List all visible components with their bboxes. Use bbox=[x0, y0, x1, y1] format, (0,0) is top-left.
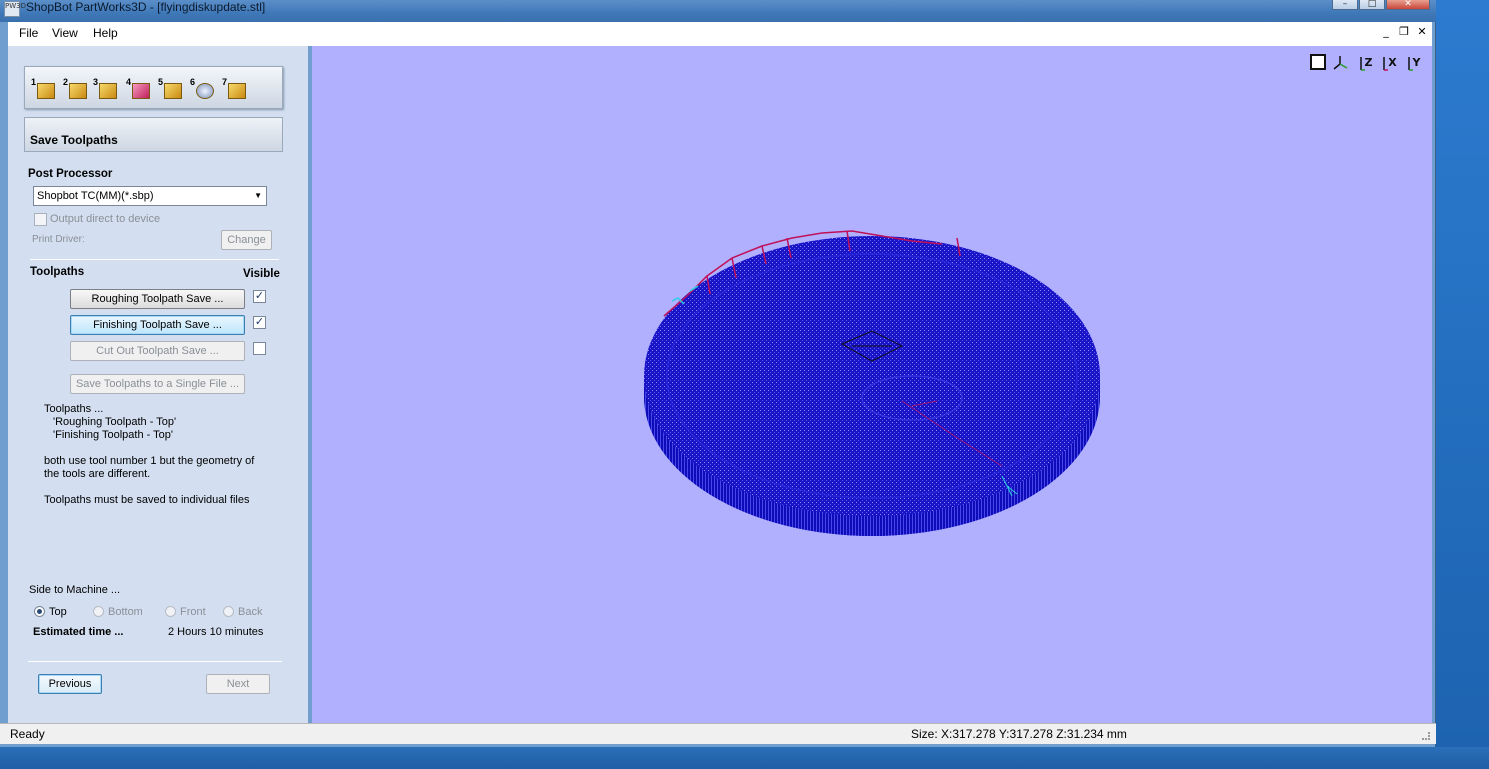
roughing-visible-checkbox[interactable]: ✓ bbox=[253, 290, 266, 303]
previous-button[interactable]: Previous bbox=[38, 674, 102, 694]
step-number: 4 bbox=[126, 77, 132, 87]
mdi-minimize-button[interactable]: _ bbox=[1380, 25, 1392, 38]
step-number: 7 bbox=[222, 77, 228, 87]
3d-viewport[interactable]: Z X Y bbox=[312, 46, 1432, 723]
side-front-label: Front bbox=[180, 606, 206, 618]
side-to-machine-label: Side to Machine ... bbox=[29, 584, 121, 596]
cutout-save-button[interactable]: Cut Out Toolpath Save ... bbox=[70, 341, 245, 361]
step-7-button[interactable]: 7 bbox=[222, 77, 248, 101]
cutout-toolpath-icon bbox=[164, 83, 182, 99]
status-bar: Ready Size: X:317.278 Y:317.278 Z:31.234… bbox=[0, 723, 1436, 744]
print-driver-label: Print Driver: bbox=[32, 234, 85, 245]
side-back-label: Back bbox=[238, 606, 263, 618]
close-button[interactable]: ✕ bbox=[1386, 0, 1430, 10]
finishing-visible-checkbox[interactable]: ✓ bbox=[253, 316, 266, 329]
step-2-button[interactable]: 2 bbox=[63, 77, 89, 101]
disk-model bbox=[644, 230, 1100, 536]
side-top-label: Top bbox=[49, 606, 67, 618]
window-title: ShopBot PartWorks3D - [flyingdiskupdate.… bbox=[26, 0, 266, 14]
info-text: 'Roughing Toolpath - Top' bbox=[53, 416, 177, 428]
roughing-toolpath-icon bbox=[99, 83, 117, 99]
model-size-readout: Size: X:317.278 Y:317.278 Z:31.234 mm bbox=[911, 727, 1127, 741]
app-logo-icon: PW3D bbox=[4, 1, 26, 17]
step-number: 5 bbox=[158, 77, 164, 87]
save-toolpath-icon bbox=[228, 83, 246, 99]
mdi-close-button[interactable]: ✕ bbox=[1416, 25, 1428, 38]
step-5-button[interactable]: 5 bbox=[158, 77, 184, 101]
section-title: Save Toolpaths bbox=[30, 133, 118, 147]
preview-toolpath-icon bbox=[196, 83, 214, 99]
step-3-button[interactable]: 3 bbox=[93, 77, 119, 101]
step-number: 1 bbox=[31, 77, 37, 87]
step-1-button[interactable]: 1 bbox=[31, 77, 57, 101]
toolpaths-label: Toolpaths bbox=[30, 266, 85, 278]
divider bbox=[30, 259, 279, 260]
title-bar[interactable]: PW3D ShopBot PartWorks3D - [flyingdiskup… bbox=[0, 0, 1436, 22]
step-number: 6 bbox=[190, 77, 196, 87]
save-single-file-button[interactable]: Save Toolpaths to a Single File ... bbox=[70, 374, 245, 394]
workflow-toolbar: 1 2 3 4 5 6 7 bbox=[24, 66, 283, 109]
resize-grip-icon[interactable] bbox=[1422, 732, 1430, 740]
side-bottom-label: Bottom bbox=[108, 606, 143, 618]
step-4-button[interactable]: 4 bbox=[126, 77, 152, 101]
desktop-taskbar-area bbox=[0, 747, 1489, 769]
post-processor-value: Shopbot TC(MM)(*.sbp) bbox=[37, 190, 154, 202]
step-number: 2 bbox=[63, 77, 69, 87]
estimated-time-label: Estimated time ... bbox=[33, 626, 124, 638]
status-text: Ready bbox=[10, 727, 45, 741]
post-processor-select[interactable]: Shopbot TC(MM)(*.sbp) ▼ bbox=[33, 186, 267, 206]
side-front-radio[interactable] bbox=[165, 606, 176, 617]
minimize-button[interactable]: – bbox=[1332, 0, 1358, 10]
info-text: Toolpaths must be saved to individual fi… bbox=[44, 494, 250, 506]
section-header: Save Toolpaths bbox=[24, 117, 283, 152]
post-processor-label: Post Processor bbox=[28, 168, 113, 180]
output-direct-checkbox[interactable] bbox=[34, 213, 47, 226]
divider bbox=[28, 661, 282, 662]
app-window: PW3D ShopBot PartWorks3D - [flyingdiskup… bbox=[0, 0, 1436, 747]
info-text: both use tool number 1 but the geometry … bbox=[44, 455, 255, 467]
desktop-background bbox=[1436, 0, 1489, 747]
cutout-visible-checkbox[interactable] bbox=[253, 342, 266, 355]
disk-top bbox=[644, 236, 1100, 516]
menu-bar: File View Help _ ❐ ✕ bbox=[8, 22, 1432, 46]
finishing-toolpath-icon bbox=[132, 83, 150, 99]
visible-label: Visible bbox=[243, 268, 280, 280]
next-button[interactable]: Next bbox=[206, 674, 270, 694]
info-text: 'Finishing Toolpath - Top' bbox=[53, 429, 173, 441]
side-back-radio[interactable] bbox=[223, 606, 234, 617]
toolpath-panel: 1 2 3 4 5 6 7 Save Toolpaths Post Proces… bbox=[8, 46, 308, 723]
info-text: the tools are different. bbox=[44, 468, 151, 480]
side-bottom-radio[interactable] bbox=[93, 606, 104, 617]
side-top-radio[interactable] bbox=[34, 606, 45, 617]
step-number: 3 bbox=[93, 77, 99, 87]
import-model-icon bbox=[69, 83, 87, 99]
finishing-save-button[interactable]: Finishing Toolpath Save ... bbox=[70, 315, 245, 335]
dropdown-arrow-icon: ▼ bbox=[254, 191, 262, 200]
change-button[interactable]: Change bbox=[221, 230, 272, 250]
step-6-button[interactable]: 6 bbox=[190, 77, 216, 101]
menu-view[interactable]: View bbox=[52, 26, 78, 40]
info-text: Toolpaths ... bbox=[44, 403, 104, 415]
maximize-button[interactable]: □ bbox=[1359, 0, 1385, 10]
roughing-save-button[interactable]: Roughing Toolpath Save ... bbox=[70, 289, 245, 309]
menu-help[interactable]: Help bbox=[93, 26, 118, 40]
estimated-time-value: 2 Hours 10 minutes bbox=[168, 626, 264, 638]
material-setup-icon bbox=[37, 83, 55, 99]
mdi-restore-button[interactable]: ❐ bbox=[1398, 25, 1410, 38]
output-direct-label: Output direct to device bbox=[50, 213, 161, 225]
menu-file[interactable]: File bbox=[19, 26, 38, 40]
